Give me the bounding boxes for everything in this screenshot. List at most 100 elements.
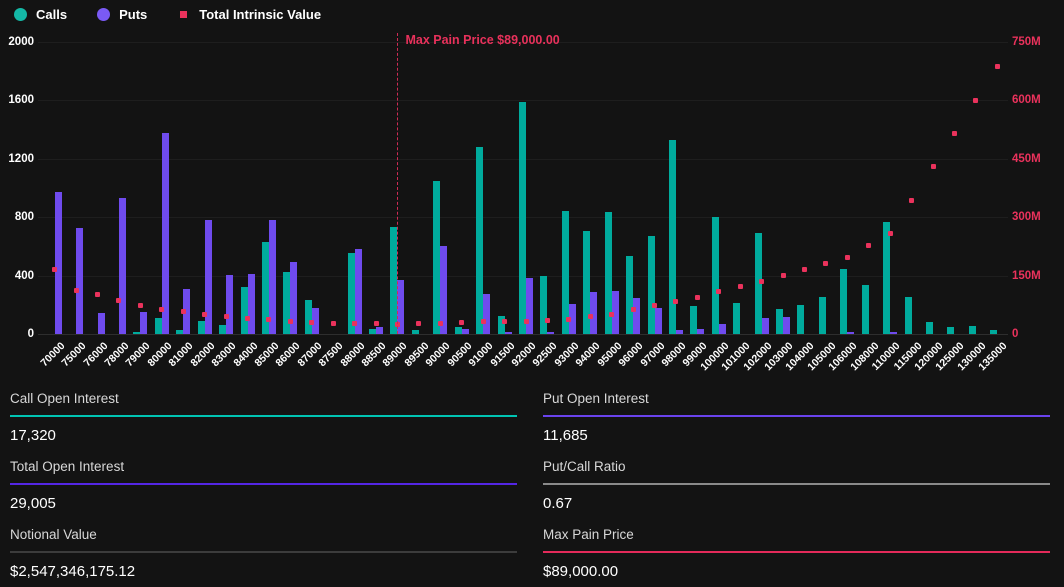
call-bar[interactable] (669, 140, 676, 334)
intrinsic-value-dot[interactable] (716, 289, 721, 294)
call-bar[interactable] (969, 326, 976, 334)
call-bar[interactable] (990, 330, 997, 334)
put-bar[interactable] (526, 278, 533, 334)
intrinsic-value-dot[interactable] (416, 321, 421, 326)
call-bar[interactable] (733, 303, 740, 334)
intrinsic-value-dot[interactable] (181, 309, 186, 314)
intrinsic-value-dot[interactable] (909, 198, 914, 203)
call-bar[interactable] (712, 217, 719, 334)
put-bar[interactable] (547, 332, 554, 334)
intrinsic-value-dot[interactable] (245, 316, 250, 321)
call-bar[interactable] (797, 305, 804, 334)
intrinsic-value-dot[interactable] (374, 321, 379, 326)
intrinsic-value-dot[interactable] (266, 317, 271, 322)
put-bar[interactable] (676, 330, 683, 334)
call-bar[interactable] (648, 236, 655, 334)
intrinsic-value-dot[interactable] (331, 321, 336, 326)
call-bar[interactable] (862, 285, 869, 334)
intrinsic-value-dot[interactable] (159, 307, 164, 312)
intrinsic-value-dot[interactable] (781, 273, 786, 278)
intrinsic-value-dot[interactable] (288, 319, 293, 324)
call-bar[interactable] (926, 322, 933, 334)
intrinsic-value-dot[interactable] (631, 307, 636, 312)
put-bar[interactable] (890, 332, 897, 334)
call-bar[interactable] (133, 332, 140, 334)
intrinsic-value-dot[interactable] (352, 321, 357, 326)
call-bar[interactable] (283, 272, 290, 334)
put-bar[interactable] (847, 332, 854, 334)
intrinsic-value-dot[interactable] (309, 320, 314, 325)
put-bar[interactable] (226, 275, 233, 334)
intrinsic-value-dot[interactable] (459, 320, 464, 325)
put-bar[interactable] (462, 329, 469, 334)
intrinsic-value-dot[interactable] (888, 231, 893, 236)
call-bar[interactable] (476, 147, 483, 334)
put-bar[interactable] (655, 308, 662, 334)
intrinsic-value-dot[interactable] (695, 295, 700, 300)
call-bar[interactable] (690, 306, 697, 334)
call-bar[interactable] (905, 297, 912, 334)
intrinsic-value-dot[interactable] (609, 312, 614, 317)
intrinsic-value-dot[interactable] (566, 317, 571, 322)
call-bar[interactable] (540, 276, 547, 334)
intrinsic-value-dot[interactable] (823, 261, 828, 266)
put-bar[interactable] (140, 312, 147, 334)
call-bar[interactable] (626, 256, 633, 334)
put-bar[interactable] (98, 313, 105, 334)
call-bar[interactable] (241, 287, 248, 334)
intrinsic-value-dot[interactable] (952, 131, 957, 136)
call-bar[interactable] (219, 325, 226, 334)
put-bar[interactable] (697, 329, 704, 334)
intrinsic-value-dot[interactable] (224, 314, 229, 319)
intrinsic-value-dot[interactable] (931, 164, 936, 169)
put-bar[interactable] (505, 332, 512, 334)
call-bar[interactable] (840, 269, 847, 334)
intrinsic-value-dot[interactable] (95, 292, 100, 297)
call-bar[interactable] (433, 181, 440, 334)
put-bar[interactable] (248, 274, 255, 334)
intrinsic-value-dot[interactable] (138, 303, 143, 308)
legend-item-total-intrinsic-value[interactable]: Total Intrinsic Value (177, 7, 321, 22)
call-bar[interactable] (562, 211, 569, 334)
put-bar[interactable] (633, 298, 640, 334)
intrinsic-value-dot[interactable] (524, 319, 529, 324)
put-bar[interactable] (119, 198, 126, 334)
intrinsic-value-dot[interactable] (673, 299, 678, 304)
call-bar[interactable] (198, 321, 205, 334)
put-bar[interactable] (719, 324, 726, 334)
call-bar[interactable] (390, 227, 397, 334)
intrinsic-value-dot[interactable] (438, 321, 443, 326)
intrinsic-value-dot[interactable] (845, 255, 850, 260)
intrinsic-value-dot[interactable] (973, 98, 978, 103)
intrinsic-value-dot[interactable] (52, 267, 57, 272)
put-bar[interactable] (483, 294, 490, 334)
call-bar[interactable] (883, 222, 890, 334)
intrinsic-value-dot[interactable] (202, 312, 207, 317)
intrinsic-value-dot[interactable] (866, 243, 871, 248)
call-bar[interactable] (176, 330, 183, 334)
call-bar[interactable] (947, 327, 954, 334)
put-bar[interactable] (590, 292, 597, 334)
call-bar[interactable] (519, 102, 526, 334)
legend-item-puts[interactable]: Puts (97, 7, 147, 22)
call-bar[interactable] (776, 309, 783, 334)
put-bar[interactable] (783, 317, 790, 334)
intrinsic-value-dot[interactable] (116, 298, 121, 303)
put-bar[interactable] (376, 327, 383, 334)
call-bar[interactable] (155, 318, 162, 334)
call-bar[interactable] (412, 330, 419, 334)
put-bar[interactable] (55, 192, 62, 334)
call-bar[interactable] (369, 329, 376, 334)
call-bar[interactable] (305, 300, 312, 334)
intrinsic-value-dot[interactable] (545, 318, 550, 323)
put-bar[interactable] (762, 318, 769, 334)
intrinsic-value-dot[interactable] (759, 279, 764, 284)
intrinsic-value-dot[interactable] (995, 64, 1000, 69)
intrinsic-value-dot[interactable] (738, 284, 743, 289)
intrinsic-value-dot[interactable] (802, 267, 807, 272)
put-bar[interactable] (162, 133, 169, 334)
intrinsic-value-dot[interactable] (652, 303, 657, 308)
call-bar[interactable] (455, 327, 462, 334)
call-bar[interactable] (819, 297, 826, 334)
put-bar[interactable] (76, 228, 83, 334)
